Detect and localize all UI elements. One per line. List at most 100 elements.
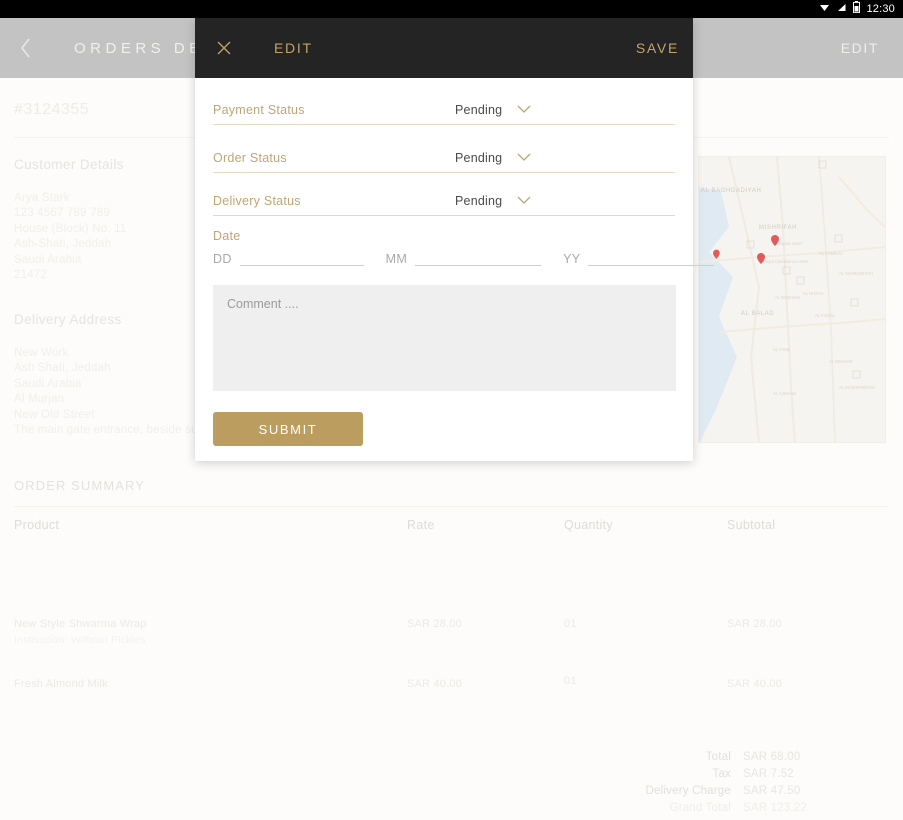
svg-text:Royal Casablanca Hotel: Royal Casablanca Hotel: [763, 259, 808, 264]
total-value: SAR 47.50: [743, 784, 801, 797]
svg-text:AL BAGHDADIYAH: AL BAGHDADIYAH: [701, 188, 761, 194]
delivery-address-list: New Work Ash Shati, Jeddah Saudi Arabia …: [14, 346, 225, 438]
submit-button[interactable]: SUBMIT: [213, 412, 363, 446]
svg-text:AL MADINAH: AL MADINAH: [775, 295, 800, 300]
total-row: Delivery Charge SAR 47.50: [0, 782, 903, 799]
date-day-group[interactable]: DD: [213, 252, 386, 266]
svg-text:AL AJWAAD: AL AJWAAD: [773, 391, 796, 396]
cell-product: Fresh Almond Milk: [14, 678, 108, 690]
chevron-down-icon[interactable]: [517, 196, 531, 205]
total-value: SAR 7.52: [743, 767, 794, 780]
date-label: Date: [213, 229, 241, 243]
date-year-input[interactable]: [588, 252, 715, 266]
svg-text:MISHRIFAH: MISHRIFAH: [759, 225, 797, 231]
list-item: Ash-Shati, Jeddah: [14, 238, 112, 251]
list-item: The main gate entrance, beside subway: [14, 424, 226, 437]
modal-body: Payment Status Pending Order Status Pend…: [195, 78, 715, 446]
date-month-label: MM: [385, 252, 408, 266]
grand-total-label: Grand Total: [669, 801, 731, 814]
close-icon[interactable]: [211, 35, 237, 61]
table-header-row: Product Rate Quantity Subtotal: [0, 518, 903, 570]
date-month-input[interactable]: [415, 252, 542, 266]
date-day-label: DD: [213, 252, 232, 266]
list-item: 21472: [14, 269, 47, 282]
date-day-input[interactable]: [239, 252, 364, 266]
total-value: SAR 68.00: [743, 750, 801, 763]
svg-text:Alhamra Hotel: Alhamra Hotel: [775, 241, 802, 246]
column-header-subtotal: Subtotal: [727, 518, 776, 532]
delivery-status-label: Delivery Status: [213, 193, 301, 208]
status-bar-time: 12:30: [866, 3, 895, 15]
delivery-status-value: Pending: [455, 193, 503, 208]
order-status-field[interactable]: Order Status Pending: [213, 143, 675, 173]
date-year-group[interactable]: YY: [563, 252, 715, 266]
cell-subtotal: SAR 28.00: [727, 618, 783, 630]
edit-button[interactable]: EDIT: [841, 40, 879, 56]
total-row: Tax SAR 7.52: [0, 765, 903, 782]
payment-status-value: Pending: [455, 102, 503, 117]
divider: [14, 506, 889, 507]
customer-details-list: Arya Stark 123 4567 789 789 House (Block…: [14, 191, 126, 283]
chevron-left-icon[interactable]: [12, 34, 40, 62]
date-inputs: DD MM YY: [213, 252, 715, 266]
list-item: Arya Stark: [14, 192, 70, 204]
date-month-group[interactable]: MM: [386, 252, 563, 266]
column-header-product: Product: [14, 518, 60, 532]
table-row: New Style Shwarma Wrap Instruction: With…: [0, 618, 903, 670]
signal-icon: [836, 0, 847, 18]
grand-total-value: SAR 123.22: [743, 801, 808, 814]
cell-quantity: 01: [564, 618, 577, 630]
comment-input[interactable]: [213, 285, 676, 391]
order-id: #3124355: [14, 101, 90, 118]
cell-rate: SAR 40.00: [407, 678, 463, 690]
edit-order-modal: EDIT SAVE Payment Status Pending Order S…: [195, 18, 715, 461]
list-item: House (Block) No. 11: [14, 222, 127, 235]
list-item: Ash Shati, Jeddah: [14, 362, 111, 375]
order-details-screen: 12:30 ORDERS DETAILS EDIT #3124355 Custo…: [0, 0, 903, 820]
total-label: Tax: [712, 767, 731, 780]
delivery-status-field[interactable]: Delivery Status Pending: [213, 186, 675, 216]
total-label: Total: [705, 750, 731, 763]
svg-text:AL MAHJAR: AL MAHJAR: [829, 359, 852, 364]
list-item: Saudi Arabia: [14, 253, 82, 266]
column-header-quantity: Quantity: [564, 518, 613, 532]
svg-text:AL SHARAFEYAH: AL SHARAFEYAH: [839, 271, 873, 276]
total-row: Total SAR 68.00: [0, 748, 903, 765]
cell-subtotal: SAR 40.00: [727, 678, 783, 690]
order-summary-title: ORDER SUMMARY: [14, 478, 146, 493]
list-item: 123 4567 789 789: [14, 207, 110, 220]
grand-total-row: Grand Total SAR 123.22: [0, 799, 903, 816]
list-item: New Work: [14, 347, 69, 359]
battery-icon: [853, 0, 861, 18]
save-button[interactable]: SAVE: [636, 40, 679, 56]
cell-rate: SAR 28.00: [407, 618, 463, 630]
order-status-label: Order Status: [213, 150, 287, 165]
svg-text:AL MASHRABIYAH: AL MASHRABIYAH: [839, 385, 875, 390]
delivery-location-map[interactable]: AL BAGHDADIYAH MISHRIFAH AL BALAD Alhamr…: [698, 156, 886, 443]
list-item: New Old Street: [14, 408, 95, 421]
svg-text:AL HAMRAA: AL HAMRAA: [819, 251, 843, 256]
cell-product: New Style Shwarma Wrap: [14, 618, 147, 630]
list-item: Al Murjan: [14, 393, 65, 406]
svg-text:AL FAISAL: AL FAISAL: [815, 313, 836, 318]
modal-title-bar: EDIT SAVE: [195, 18, 693, 78]
total-label: Delivery Charge: [645, 784, 731, 797]
column-header-rate: Rate: [407, 518, 435, 532]
cell-quantity: 01: [564, 675, 577, 687]
svg-text:AL BALAD: AL BALAD: [741, 311, 774, 317]
customer-details-heading: Customer Details: [14, 157, 124, 172]
chevron-down-icon[interactable]: [517, 153, 531, 162]
order-summary-table: Product Rate Quantity Subtotal New Style…: [0, 518, 903, 710]
svg-text:AL NUZHA: AL NUZHA: [803, 291, 824, 296]
order-status-value: Pending: [455, 150, 503, 165]
wifi-icon: [819, 0, 830, 18]
status-bar: 12:30: [0, 0, 903, 18]
date-year-label: YY: [563, 252, 581, 266]
list-item: Saudi Arabia: [14, 377, 82, 390]
payment-status-field[interactable]: Payment Status Pending: [213, 95, 675, 125]
chevron-down-icon[interactable]: [517, 105, 531, 114]
payment-status-label: Payment Status: [213, 102, 305, 117]
svg-text:AL FAISL: AL FAISL: [773, 347, 791, 352]
delivery-address-heading: Delivery Address: [14, 312, 122, 327]
modal-edit-title: EDIT: [274, 40, 313, 56]
